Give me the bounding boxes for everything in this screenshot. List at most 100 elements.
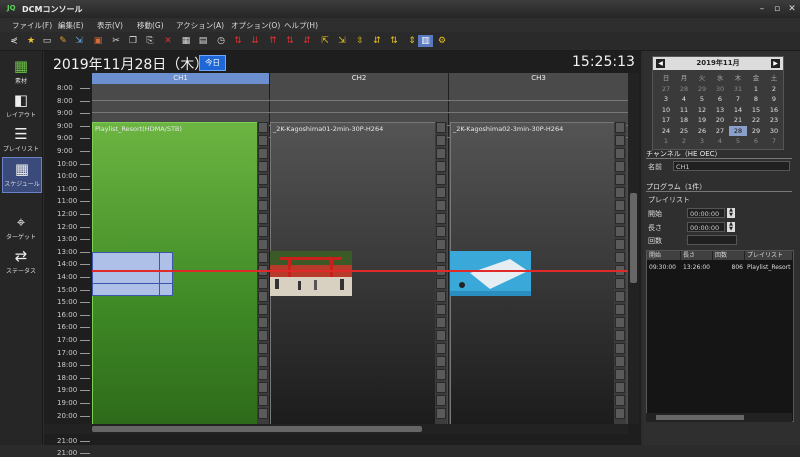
clock-icon[interactable]: ◷: [215, 35, 227, 47]
sidebar-item-layout[interactable]: ◧ レイアウト: [2, 89, 40, 123]
selected-event-block[interactable]: [92, 252, 173, 296]
calendar-day[interactable]: 1: [657, 136, 675, 146]
calendar-day[interactable]: 23: [765, 115, 783, 125]
time-sort-icon[interactable]: ⇅: [284, 35, 296, 47]
column-header-start[interactable]: 開始: [647, 251, 681, 260]
open-icon[interactable]: ▭: [41, 35, 53, 47]
align-2-icon[interactable]: ⇲: [336, 35, 348, 47]
scroll-thumb[interactable]: [630, 193, 637, 283]
calendar-day[interactable]: 6: [711, 94, 729, 104]
channel-header-ch3[interactable]: CH3: [449, 73, 629, 84]
calendar-day[interactable]: 5: [693, 94, 711, 104]
menu-file[interactable]: ファイル(F): [12, 20, 52, 31]
sort-down-icon[interactable]: ⇊: [249, 35, 261, 47]
calendar-day[interactable]: 10: [657, 105, 675, 115]
delete-icon[interactable]: ✕: [162, 35, 174, 47]
calendar-day[interactable]: 6: [747, 136, 765, 146]
sidebar-item-playlist[interactable]: ☰ プレイリスト: [2, 123, 40, 157]
calendar-day[interactable]: 26: [693, 126, 711, 136]
table-horizontal-scrollbar[interactable]: [646, 413, 792, 422]
settings-icon[interactable]: ⚙: [436, 35, 448, 47]
calendar-day[interactable]: 4: [711, 136, 729, 146]
calendar-day[interactable]: 15: [747, 105, 765, 115]
calendar-day[interactable]: 30: [765, 126, 783, 136]
calendar-day[interactable]: 21: [729, 115, 747, 125]
calendar-day[interactable]: 11: [675, 105, 693, 115]
channel-name-field[interactable]: CH1: [673, 161, 790, 171]
calendar-day[interactable]: 31: [729, 84, 747, 94]
calendar-day[interactable]: 5: [729, 136, 747, 146]
sidebar-item-status[interactable]: ⇄ ステータス: [2, 245, 40, 279]
time-sort-2-icon[interactable]: ⇵: [301, 35, 313, 47]
align-6-icon[interactable]: ⇕: [406, 35, 418, 47]
align-3-icon[interactable]: ⇳: [354, 35, 366, 47]
count-field[interactable]: [687, 235, 737, 245]
calendar-day[interactable]: 29: [693, 84, 711, 94]
sort-icon[interactable]: ⇅: [232, 35, 244, 47]
next-month-icon[interactable]: ▶: [771, 59, 780, 68]
start-time-field[interactable]: 00:00:00: [687, 208, 725, 218]
close-icon[interactable]: ✕: [786, 4, 798, 14]
calendar-day[interactable]: 12: [693, 105, 711, 115]
sidebar-item-material[interactable]: ▦ 素材: [2, 55, 40, 89]
sidebar-item-schedule[interactable]: ▦ スケジュール: [2, 157, 42, 193]
menu-help[interactable]: ヘルプ(H): [284, 20, 318, 31]
maximize-icon[interactable]: ▫: [771, 4, 783, 14]
star-icon[interactable]: ★: [25, 35, 37, 47]
sidebar-item-target[interactable]: ⌖ ターゲット: [2, 211, 40, 245]
calendar-day[interactable]: 7: [765, 136, 783, 146]
export-icon[interactable]: ⇲: [73, 35, 85, 47]
menu-view[interactable]: 表示(V): [97, 20, 123, 31]
image-icon[interactable]: ▣: [92, 35, 104, 47]
copy-icon[interactable]: ❐: [127, 35, 139, 47]
grid-icon[interactable]: ▦: [180, 35, 192, 47]
calendar-day[interactable]: 27: [711, 126, 729, 136]
vertical-scrollbar[interactable]: [628, 73, 639, 424]
align-4-icon[interactable]: ⇵: [371, 35, 383, 47]
cut-icon[interactable]: ✂: [110, 35, 122, 47]
scroll-thumb[interactable]: [92, 426, 422, 432]
menu-go[interactable]: 移動(G): [137, 20, 164, 31]
column-header-count[interactable]: 回数: [713, 251, 745, 260]
column-header-playlist[interactable]: プレイリスト: [745, 251, 793, 260]
calendar-day[interactable]: 13: [711, 105, 729, 115]
channel-header-ch1[interactable]: CH1: [92, 73, 270, 84]
minimize-icon[interactable]: –: [756, 4, 768, 14]
length-field[interactable]: 00:00:00: [687, 222, 725, 232]
calendar-day[interactable]: 30: [711, 84, 729, 94]
start-time-stepper[interactable]: ▲ ▼: [727, 208, 735, 218]
menu-edit[interactable]: 編集(E): [58, 20, 84, 31]
calendar-day[interactable]: 24: [657, 126, 675, 136]
share-icon[interactable]: ⋞: [8, 35, 20, 47]
edit-icon[interactable]: ✎: [57, 35, 69, 47]
calendar-day[interactable]: 8: [747, 94, 765, 104]
scroll-thumb[interactable]: [656, 415, 744, 420]
calendar-day[interactable]: 3: [693, 136, 711, 146]
align-5-icon[interactable]: ⇅: [388, 35, 400, 47]
menu-options[interactable]: オプション(O): [231, 20, 280, 31]
calendar-day[interactable]: 18: [675, 115, 693, 125]
calendar-day[interactable]: 25: [675, 126, 693, 136]
calendar-day[interactable]: 4: [675, 94, 693, 104]
calendar-day[interactable]: 28: [675, 84, 693, 94]
calendar-day[interactable]: 16: [765, 105, 783, 115]
calendar-day[interactable]: 3: [657, 94, 675, 104]
align-icon[interactable]: ⇱: [319, 35, 331, 47]
calendar-day[interactable]: 1: [747, 84, 765, 94]
length-stepper[interactable]: ▲ ▼: [727, 222, 735, 232]
list-icon[interactable]: ▤: [197, 35, 209, 47]
calendar-day[interactable]: 22: [747, 115, 765, 125]
calendar-day[interactable]: 28: [729, 125, 747, 136]
column-header-length[interactable]: 長さ: [681, 251, 713, 260]
calendar-day[interactable]: 2: [675, 136, 693, 146]
calendar-day[interactable]: 17: [657, 115, 675, 125]
today-button[interactable]: 今日: [199, 55, 226, 71]
calendar-day[interactable]: 2: [765, 84, 783, 94]
calendar-day[interactable]: 7: [729, 94, 747, 104]
calendar-day[interactable]: 9: [765, 94, 783, 104]
prev-month-icon[interactable]: ◀: [656, 59, 665, 68]
channel-header-ch2[interactable]: CH2: [270, 73, 449, 84]
calendar-day[interactable]: 27: [657, 84, 675, 94]
horizontal-scrollbar[interactable]: [44, 424, 628, 434]
menu-action[interactable]: アクション(A): [176, 20, 224, 31]
